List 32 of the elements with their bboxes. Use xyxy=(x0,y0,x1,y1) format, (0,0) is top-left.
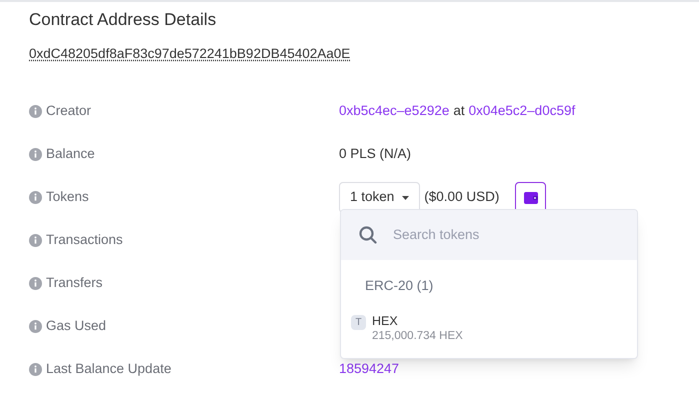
field-label: Gas Used xyxy=(46,317,106,336)
field-label: Balance xyxy=(46,145,95,164)
usd-value: ($0.00 USD) xyxy=(424,188,500,206)
info-icon xyxy=(29,320,42,333)
connector-text: at xyxy=(453,102,465,120)
token-item[interactable]: T HEX 215,000.734 HEX xyxy=(341,314,637,344)
field-label: Transactions xyxy=(46,231,123,250)
info-icon xyxy=(29,105,42,118)
field-label: Creator xyxy=(46,102,92,120)
wallet-icon xyxy=(524,192,538,204)
search-field[interactable]: Search tokens xyxy=(393,224,613,246)
creator-link[interactable]: 0xb5c4ec–e5292e xyxy=(339,101,450,122)
token-amount: 215,000.734 HEX xyxy=(372,329,463,344)
token-name: HEX xyxy=(372,314,399,330)
caret-icon xyxy=(402,196,410,200)
info-icon xyxy=(29,363,42,376)
transaction-link[interactable]: 0x04e5c2–d0c59f xyxy=(468,101,576,122)
info-icon xyxy=(29,277,42,290)
field-label: Last Balance Update xyxy=(46,360,172,378)
balance-value: 0 PLS (N/A) xyxy=(339,145,412,164)
token-badge: T xyxy=(351,315,366,330)
field-label: Transfers xyxy=(46,274,103,292)
field-label: Tokens xyxy=(46,188,89,206)
address-link[interactable]: 0xdC48205df8aF83c97de572241bB92DB45402Aa0E xyxy=(29,46,350,61)
search-icon xyxy=(359,226,377,244)
search-field[interactable]: Search tokens xyxy=(341,210,637,260)
info-icon xyxy=(29,191,42,204)
info-icon xyxy=(29,234,42,247)
card-title: Contract Address Details xyxy=(29,9,218,31)
group-heading: ERC-20 (1) xyxy=(365,277,434,295)
info-icon xyxy=(29,148,42,161)
block-link[interactable]: 18594247 xyxy=(339,359,400,380)
